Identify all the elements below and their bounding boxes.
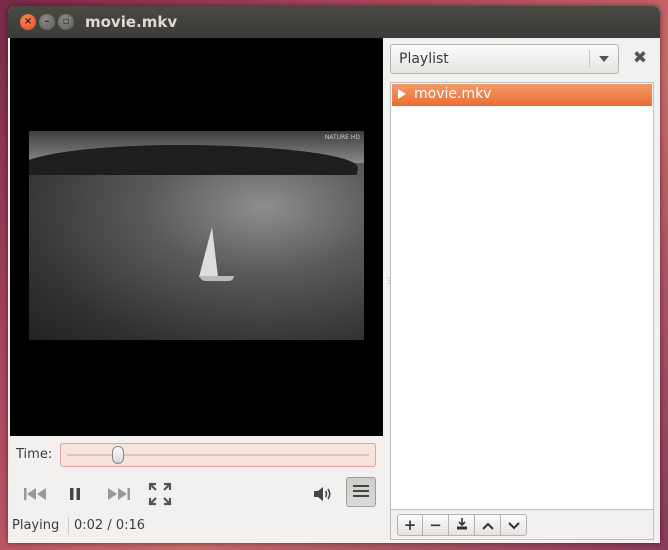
remove-icon: − (429, 516, 442, 534)
pause-button[interactable] (63, 479, 87, 509)
playlist-toolbar: + − (390, 510, 654, 540)
video-water (29, 163, 364, 340)
playlist-item[interactable]: movie.mkv (392, 84, 652, 106)
title-bar: × – ▫ movie.mkv (8, 6, 660, 38)
video-frame: NATURE HD (29, 131, 364, 340)
seek-slider-thumb[interactable] (111, 446, 124, 464)
maximize-window-button[interactable]: ▫ (58, 14, 74, 30)
move-down-button[interactable] (501, 514, 527, 536)
volume-icon (313, 486, 333, 502)
add-button[interactable]: + (397, 514, 423, 536)
status-bar: Playing 0:02 / 0:16 (8, 515, 388, 541)
save-icon (456, 516, 468, 534)
playlist-list[interactable]: movie.mkv (390, 82, 654, 510)
add-icon: + (403, 516, 417, 534)
chevron-down-icon (599, 56, 609, 62)
status-divider (68, 517, 69, 535)
move-up-icon (481, 516, 494, 534)
playlist-item-label: movie.mkv (414, 86, 492, 102)
playlist-toggle-button[interactable] (346, 477, 376, 507)
seek-slider[interactable] (60, 443, 376, 467)
playlist-selector-value: Playlist (399, 51, 449, 67)
pause-icon (69, 487, 81, 501)
playback-time: 0:02 / 0:16 (74, 518, 146, 533)
playback-state: Playing (12, 518, 60, 533)
sailboat-sail (199, 227, 218, 277)
playlist-toggle-icon (353, 483, 369, 502)
minimize-window-button[interactable]: – (39, 14, 55, 30)
next-button[interactable] (104, 479, 134, 509)
sailboat-hull (200, 276, 234, 281)
close-playlist-button[interactable]: ✖ (631, 49, 649, 67)
video-watermark: NATURE HD (324, 134, 360, 141)
save-playlist-button[interactable] (449, 514, 475, 536)
next-icon (107, 487, 131, 501)
close-icon: × (23, 16, 33, 27)
remove-button[interactable]: − (423, 514, 449, 536)
volume-button[interactable] (310, 479, 336, 509)
playlist-panel: Playlist ✖ movie.mkv + − (389, 38, 660, 543)
time-label: Time: (16, 447, 53, 462)
previous-icon (23, 487, 47, 501)
window-title: movie.mkv (85, 13, 178, 31)
playlist-selector-divider (589, 50, 590, 68)
move-up-button[interactable] (475, 514, 501, 536)
fullscreen-icon (148, 482, 172, 506)
playlist-selector[interactable]: Playlist (390, 44, 619, 74)
maximize-icon: ▫ (62, 16, 70, 27)
previous-button[interactable] (20, 479, 50, 509)
play-indicator-icon (398, 89, 406, 99)
player-window: × – ▫ movie.mkv NATURE HD ⋮ Time: Playin… (8, 6, 660, 543)
close-window-button[interactable]: × (20, 14, 36, 30)
video-display[interactable]: NATURE HD (10, 38, 383, 436)
close-icon: ✖ (632, 48, 648, 68)
fullscreen-button[interactable] (145, 479, 175, 509)
minimize-icon: – (44, 16, 50, 27)
move-down-icon (507, 516, 520, 534)
